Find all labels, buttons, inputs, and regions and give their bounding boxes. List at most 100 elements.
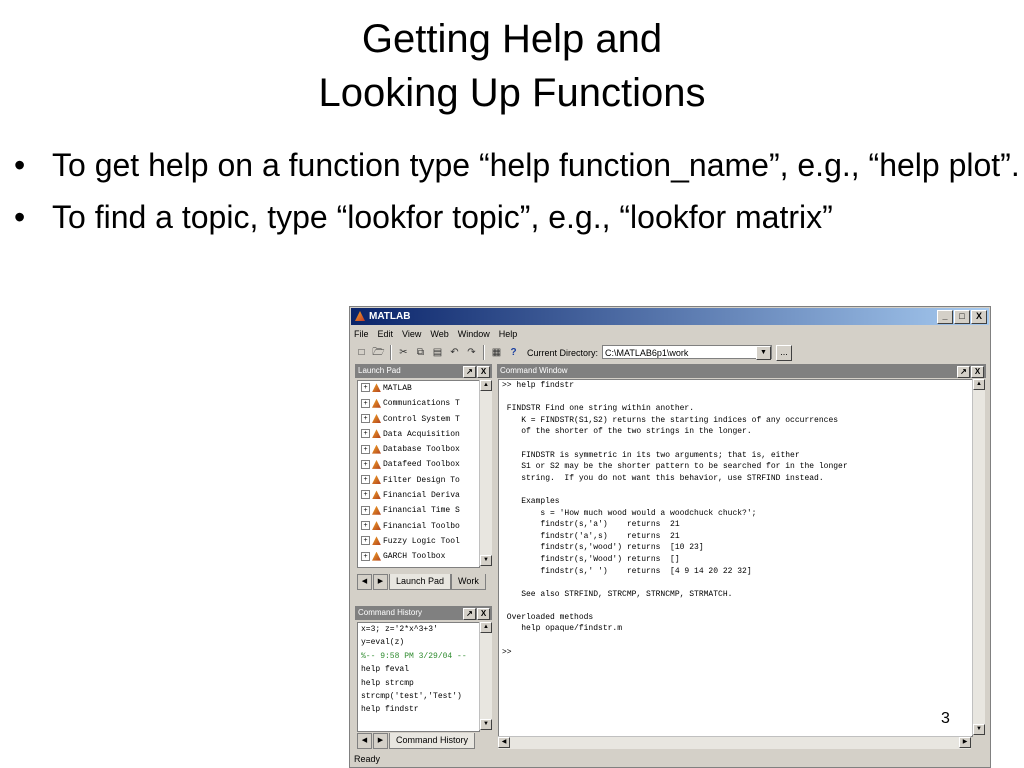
scroll-up-icon[interactable]: ▲ <box>973 379 985 390</box>
command-window-output[interactable]: >> help findstr FINDSTR Find one string … <box>498 379 973 737</box>
bullet-text: To find a topic, type “lookfor topic”, e… <box>52 199 833 235</box>
expand-icon[interactable]: + <box>361 521 370 531</box>
command-history-scrollbar[interactable]: ▲ ▼ <box>479 622 492 730</box>
history-item[interactable]: x=3; z='2*x^3+3' <box>358 623 479 636</box>
tree-item[interactable]: + Filter Design To <box>358 473 479 488</box>
menu-view[interactable]: View <box>402 329 421 339</box>
tree-item[interactable]: + Communications T <box>358 396 479 411</box>
tree-item[interactable]: + Financial Time S <box>358 503 479 518</box>
cut-icon[interactable]: ✂ <box>396 345 411 360</box>
close-icon[interactable]: X <box>477 608 490 620</box>
scroll-down-icon[interactable]: ▼ <box>480 555 492 566</box>
tree-item[interactable]: + Datafeed Toolbox <box>358 457 479 472</box>
tree-item[interactable]: + Database Toolbox <box>358 442 479 457</box>
undock-icon[interactable]: ↗ <box>957 366 970 378</box>
history-item[interactable]: strcmp('test','Test') <box>358 690 479 703</box>
tab-prev-icon[interactable]: ◀ <box>357 574 372 590</box>
tree-item[interactable]: + Financial Deriva <box>358 488 479 503</box>
menu-edit[interactable]: Edit <box>378 329 394 339</box>
undo-icon[interactable]: ↶ <box>447 345 462 360</box>
scroll-up-icon[interactable]: ▲ <box>480 380 492 391</box>
launch-pad-scrollbar[interactable]: ▲ ▼ <box>479 380 492 566</box>
history-item[interactable]: help feval <box>358 663 479 676</box>
window-titlebar[interactable]: MATLAB _ □ X <box>351 308 989 325</box>
expand-icon[interactable]: + <box>361 490 370 500</box>
expand-icon[interactable]: + <box>361 444 370 454</box>
expand-icon[interactable]: + <box>361 429 370 439</box>
bullet-item: • To get help on a function type “help f… <box>14 142 1024 188</box>
tree-item[interactable]: + GARCH Toolbox <box>358 549 479 564</box>
tree-item-label: Financial Toolbo <box>383 521 460 531</box>
tree-item-label: Financial Deriva <box>383 491 460 501</box>
paste-icon[interactable]: ▤ <box>430 345 445 360</box>
tab-next-icon[interactable]: ▶ <box>373 574 388 590</box>
command-window-hscrollbar[interactable]: ◀ ▶ <box>498 736 971 749</box>
tab-prev-icon[interactable]: ◀ <box>357 733 372 749</box>
command-line: of the shorter of the two strings in the… <box>502 427 752 437</box>
expand-icon[interactable]: + <box>361 536 370 546</box>
scroll-right-icon[interactable]: ▶ <box>959 737 971 748</box>
redo-icon[interactable]: ↷ <box>464 345 479 360</box>
tree-item[interactable]: + Data Acquisition <box>358 427 479 442</box>
undock-icon[interactable]: ↗ <box>463 366 476 378</box>
expand-icon[interactable]: + <box>361 398 370 408</box>
scroll-up-icon[interactable]: ▲ <box>480 622 492 633</box>
menu-web[interactable]: Web <box>430 329 448 339</box>
history-item[interactable]: %-- 9:58 PM 3/29/04 -- <box>358 650 479 663</box>
new-file-icon[interactable]: □ <box>354 345 369 360</box>
tree-item[interactable]: + Fuzzy Logic Tool <box>358 534 479 549</box>
maximize-button[interactable]: □ <box>954 310 970 324</box>
expand-icon[interactable]: + <box>361 459 370 469</box>
slide-page-number: 3 <box>941 710 950 727</box>
history-item[interactable]: help strcmp <box>358 677 479 690</box>
tab-next-icon[interactable]: ▶ <box>373 733 388 749</box>
minimize-button[interactable]: _ <box>937 310 953 324</box>
matlab-toolbox-icon <box>372 429 381 439</box>
bullet-text: To get help on a function type “help fun… <box>52 147 1020 183</box>
current-directory-dropdown[interactable]: C:\MATLAB6p1\work ▼ <box>602 345 773 360</box>
scroll-down-icon[interactable]: ▼ <box>973 724 985 735</box>
open-folder-icon[interactable]: 🗁 <box>371 345 386 360</box>
current-directory-label: Current Directory: <box>527 348 599 358</box>
close-icon[interactable]: X <box>477 366 490 378</box>
history-item[interactable]: help findstr <box>358 703 479 716</box>
command-line: K = FINDSTR(S1,S2) returns the starting … <box>502 415 839 425</box>
tree-item[interactable]: + Control System T <box>358 412 479 427</box>
simulink-icon[interactable]: ▦ <box>489 345 504 360</box>
expand-icon[interactable]: + <box>361 413 370 423</box>
command-line: >> help findstr <box>502 381 575 390</box>
command-line: findstr('a',s) returns 21 <box>502 531 680 541</box>
expand-icon[interactable]: + <box>361 505 370 515</box>
close-button[interactable]: X <box>971 310 987 324</box>
chevron-down-icon[interactable]: ▼ <box>756 346 772 360</box>
menu-help[interactable]: Help <box>499 329 518 339</box>
command-window-scrollbar[interactable]: ▲ ▼ <box>972 379 985 735</box>
scroll-down-icon[interactable]: ▼ <box>480 719 492 730</box>
browse-button[interactable]: ... <box>776 345 793 361</box>
menu-file[interactable]: File <box>354 329 369 339</box>
tab-launch-pad[interactable]: Launch Pad <box>389 574 452 590</box>
matlab-toolbox-icon <box>372 551 381 561</box>
command-line <box>499 635 972 647</box>
copy-icon[interactable]: ⧉ <box>413 345 428 360</box>
tab-workspace[interactable]: Work <box>451 574 486 590</box>
expand-icon[interactable]: + <box>361 475 370 485</box>
command-line: findstr(s,'wood') returns [10 23] <box>502 543 704 553</box>
command-line: S1 or S2 may be the shorter pattern to b… <box>502 462 848 472</box>
tree-item-label: GARCH Toolbox <box>383 552 446 562</box>
command-history-titlebar: Command History ↗ X <box>355 606 492 620</box>
expand-icon[interactable]: + <box>361 551 370 561</box>
tree-item-label: Communications T <box>383 399 460 409</box>
history-item[interactable]: y=eval(z) <box>358 636 479 649</box>
menu-window[interactable]: Window <box>458 329 490 339</box>
tab-command-history[interactable]: Command History <box>389 733 476 749</box>
undock-icon[interactable]: ↗ <box>463 608 476 620</box>
launch-pad-titlebar: Launch Pad ↗ X <box>355 364 492 378</box>
close-icon[interactable]: X <box>971 366 984 378</box>
scroll-left-icon[interactable]: ◀ <box>498 737 510 748</box>
tree-item[interactable]: + MATLAB <box>358 381 479 396</box>
help-icon[interactable]: ? <box>506 345 521 360</box>
expand-icon[interactable]: + <box>361 383 370 393</box>
matlab-toolbox-icon <box>372 490 381 500</box>
tree-item[interactable]: + Financial Toolbo <box>358 519 479 534</box>
